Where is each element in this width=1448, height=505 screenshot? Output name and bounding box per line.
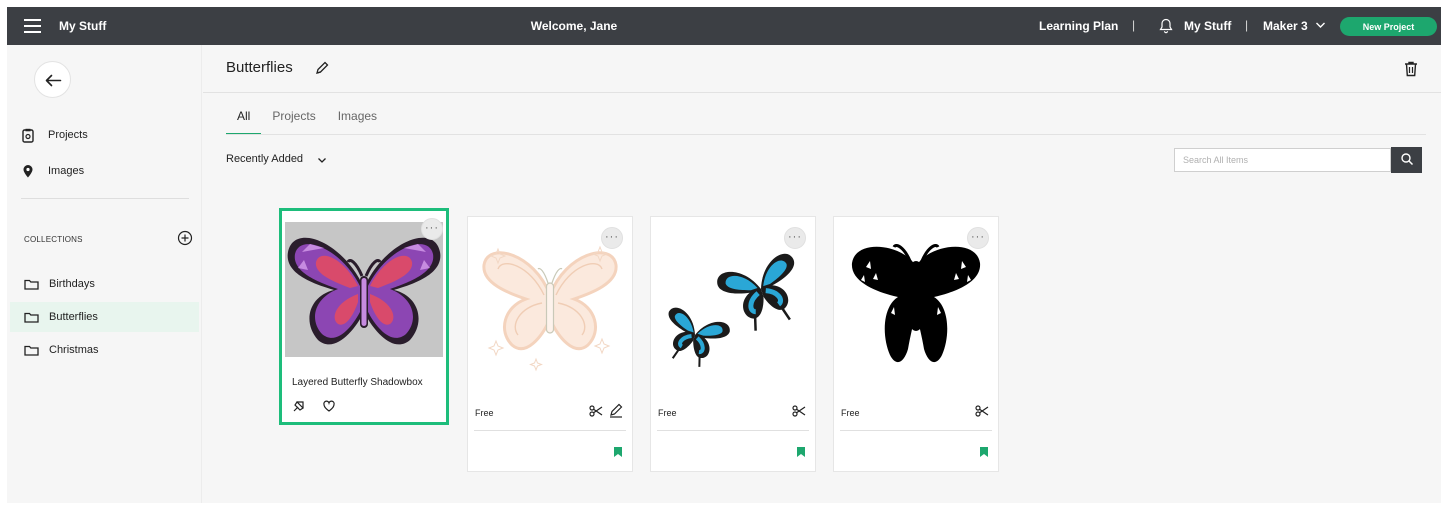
heart-icon[interactable] bbox=[322, 399, 336, 413]
pencil-icon[interactable] bbox=[314, 60, 330, 76]
projects-icon bbox=[22, 128, 34, 143]
saved-bookmark-icon[interactable] bbox=[979, 446, 989, 458]
tab-projects[interactable]: Projects bbox=[261, 109, 326, 135]
learning-plan-link[interactable]: Learning Plan bbox=[1039, 19, 1118, 33]
collection-label: Birthdays bbox=[49, 278, 95, 290]
collection-item-butterflies[interactable]: Butterflies bbox=[10, 302, 199, 332]
back-button[interactable] bbox=[34, 61, 71, 98]
price-label: Free bbox=[841, 408, 860, 418]
collection-item-christmas[interactable]: Christmas bbox=[10, 335, 199, 365]
card-divider bbox=[840, 430, 992, 431]
search-icon bbox=[1400, 152, 1413, 165]
sidebar-item-label: Images bbox=[48, 165, 85, 177]
add-collection-icon[interactable] bbox=[177, 230, 193, 246]
top-bar: My Stuff Welcome, Jane Learning Plan | M… bbox=[7, 7, 1441, 45]
more-options-button[interactable]: ··· bbox=[601, 227, 623, 249]
sidebar-item-label: Projects bbox=[48, 129, 88, 141]
folder-icon bbox=[24, 312, 39, 323]
separator: | bbox=[1132, 18, 1136, 32]
chevron-down-icon[interactable] bbox=[317, 155, 327, 165]
sidebar-item-projects[interactable]: Projects bbox=[21, 123, 88, 147]
my-stuff-link[interactable]: My Stuff bbox=[1184, 19, 1231, 33]
layered-butterfly-image bbox=[287, 237, 441, 345]
collection-label: Christmas bbox=[49, 344, 99, 356]
image-card[interactable]: ··· Free bbox=[833, 216, 999, 472]
machine-selector[interactable]: Maker 3 bbox=[1263, 19, 1308, 33]
separator: | bbox=[1245, 18, 1249, 32]
draw-icon[interactable] bbox=[609, 403, 623, 418]
folder-icon bbox=[24, 279, 39, 290]
project-thumbnail bbox=[285, 222, 443, 357]
cut-icon[interactable] bbox=[792, 405, 806, 417]
tab-images[interactable]: Images bbox=[327, 109, 388, 135]
header-divider bbox=[203, 92, 1441, 93]
project-title: Layered Butterfly Shadowbox bbox=[292, 377, 423, 388]
folder-icon bbox=[24, 345, 39, 356]
more-options-button[interactable]: ··· bbox=[421, 218, 443, 240]
app-frame: My Stuff Welcome, Jane Learning Plan | M… bbox=[7, 7, 1441, 503]
cut-icon[interactable] bbox=[975, 405, 989, 417]
sidebar-item-images[interactable]: Images bbox=[21, 159, 84, 183]
more-options-button[interactable]: ··· bbox=[967, 227, 989, 249]
welcome-text: Welcome, Jane bbox=[530, 19, 618, 33]
images-icon bbox=[23, 164, 33, 177]
sort-dropdown[interactable]: Recently Added bbox=[226, 153, 303, 165]
image-card[interactable]: ··· Free bbox=[650, 216, 816, 472]
tab-bar: All Projects Images bbox=[226, 109, 388, 135]
sidebar: Projects Images COLLECTIONS Birthdays Bu… bbox=[7, 45, 202, 503]
price-label: Free bbox=[658, 408, 677, 418]
tabs-divider bbox=[226, 134, 1426, 135]
collection-item-birthdays[interactable]: Birthdays bbox=[10, 269, 199, 299]
saved-bookmark-icon[interactable] bbox=[613, 446, 623, 458]
arrow-left-icon bbox=[45, 74, 62, 87]
search-button[interactable] bbox=[1391, 147, 1422, 173]
chevron-down-icon[interactable] bbox=[1315, 18, 1326, 32]
image-card[interactable]: ··· Free bbox=[467, 216, 633, 472]
page-title: Butterflies bbox=[226, 59, 293, 76]
main-content: Butterflies All Projects Images Recently… bbox=[203, 45, 1441, 503]
sidebar-divider bbox=[21, 198, 189, 199]
card-divider bbox=[657, 430, 809, 431]
cut-icon[interactable] bbox=[589, 405, 603, 417]
collections-heading: COLLECTIONS bbox=[24, 235, 83, 244]
card-divider bbox=[474, 430, 626, 431]
trash-icon[interactable] bbox=[1403, 60, 1419, 78]
bell-icon[interactable] bbox=[1159, 18, 1173, 34]
saved-bookmark-icon[interactable] bbox=[796, 446, 806, 458]
new-project-button[interactable]: New Project bbox=[1340, 17, 1437, 36]
collection-label: Butterflies bbox=[49, 311, 98, 323]
more-options-button[interactable]: ··· bbox=[784, 227, 806, 249]
search-input[interactable] bbox=[1174, 148, 1391, 172]
price-label: Free bbox=[475, 408, 494, 418]
tab-all[interactable]: All bbox=[226, 109, 262, 135]
make-it-icon[interactable] bbox=[292, 399, 306, 413]
project-card[interactable]: ··· Layered Butterfly Shadowbox bbox=[279, 208, 449, 425]
